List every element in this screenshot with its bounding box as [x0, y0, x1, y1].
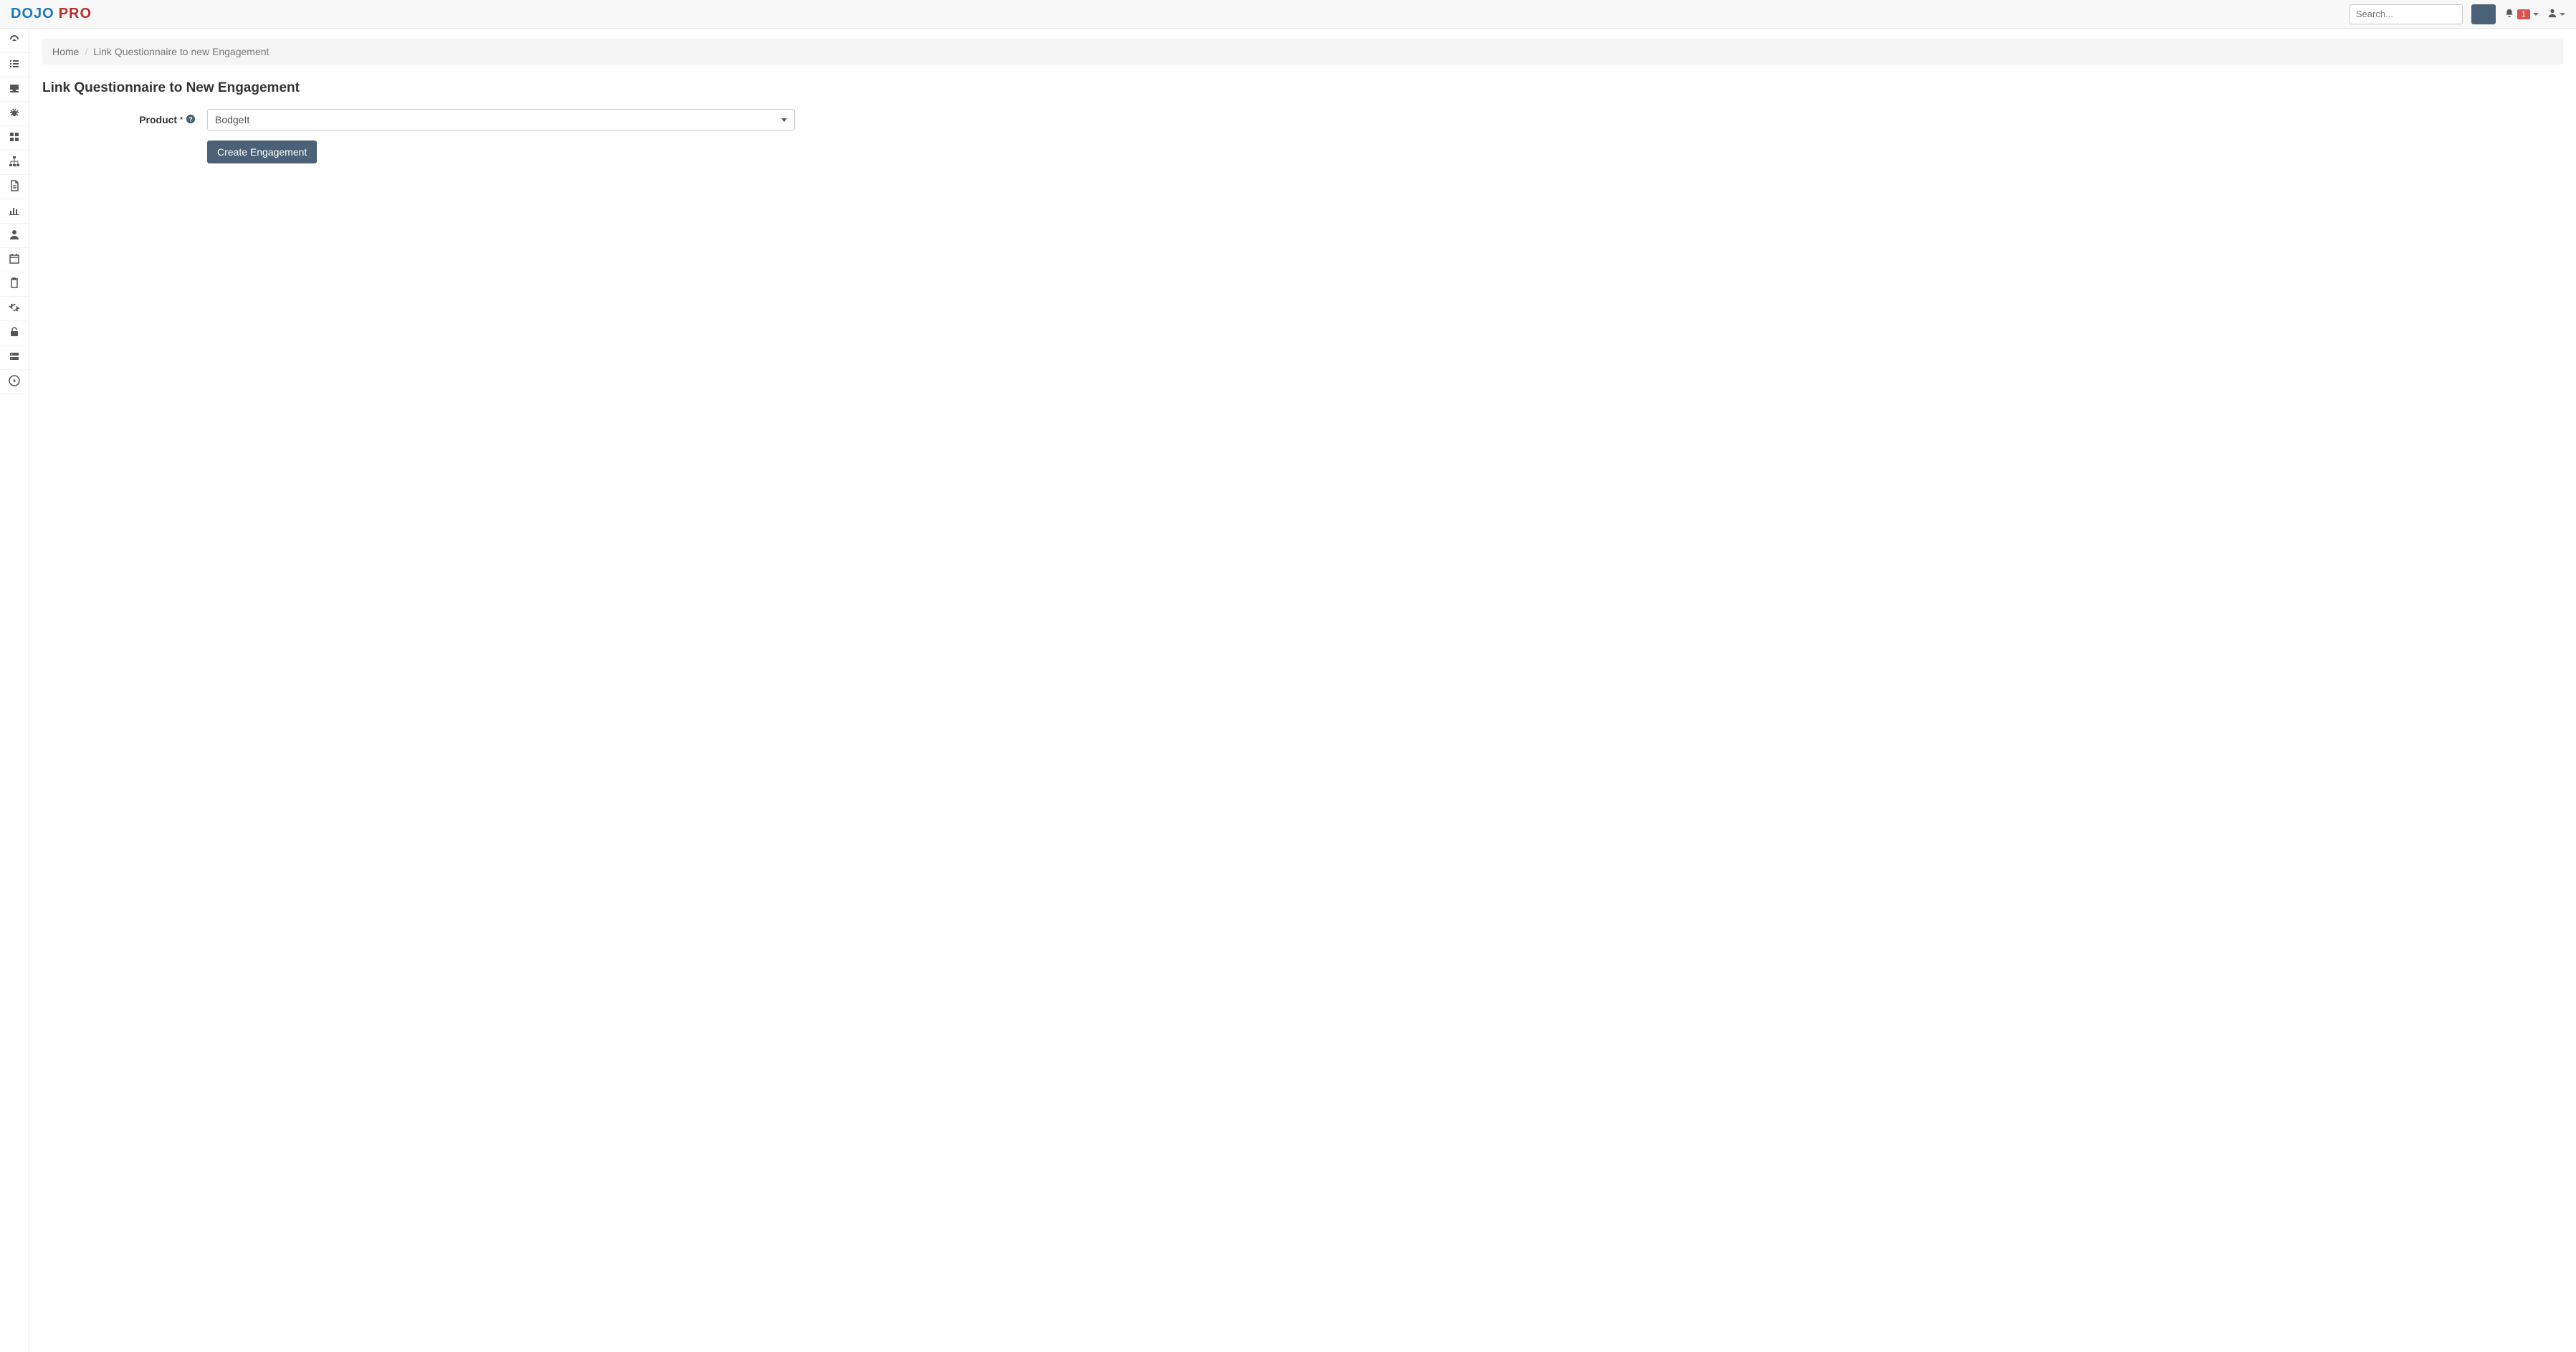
gear-icon — [9, 302, 20, 315]
logo-part2: PRO — [59, 6, 92, 22]
search-button[interactable] — [2471, 4, 2496, 24]
clipboard-icon — [9, 277, 20, 291]
sidebar-item-inbox[interactable] — [0, 77, 29, 102]
breadcrumb-separator: / — [85, 46, 87, 57]
grid-icon — [9, 131, 20, 145]
svg-text:?: ? — [189, 115, 192, 123]
product-select[interactable]: BodgeIt — [207, 109, 795, 130]
main-content: Home / Link Questionnaire to new Engagem… — [29, 29, 2576, 1352]
sidebar-item-server[interactable] — [0, 346, 29, 370]
calendar-icon — [9, 253, 20, 267]
navbar-left: DOJO PRO — [11, 6, 92, 22]
dashboard-icon — [9, 34, 20, 47]
bug-icon — [9, 107, 20, 120]
file-icon — [9, 180, 20, 194]
sidebar-item-unlock[interactable] — [0, 321, 29, 346]
unlock-icon — [9, 326, 20, 340]
breadcrumb: Home / Link Questionnaire to new Engagem… — [42, 39, 2563, 65]
sidebar-item-list[interactable] — [0, 53, 29, 77]
user-icon — [2547, 8, 2557, 20]
arrow-right-circle-icon — [9, 375, 20, 389]
sidebar-item-bug[interactable] — [0, 102, 29, 126]
sidebar-item-grid[interactable] — [0, 126, 29, 151]
help-icon[interactable]: ? — [186, 114, 196, 126]
server-icon — [9, 351, 20, 364]
breadcrumb-home-link[interactable]: Home — [52, 46, 79, 57]
sidebar-item-settings[interactable] — [0, 297, 29, 321]
breadcrumb-current: Link Questionnaire to new Engagement — [93, 46, 269, 57]
form-row-product: Product* ? BodgeIt — [42, 109, 2563, 130]
inbox-icon — [9, 82, 20, 96]
product-select-value: BodgeIt — [215, 114, 249, 125]
sidebar-item-chart[interactable] — [0, 199, 29, 224]
sidebar-item-calendar[interactable] — [0, 248, 29, 272]
navbar: DOJO PRO 1 — [0, 0, 2576, 29]
required-asterisk: * — [180, 116, 183, 124]
sidebar-item-clipboard[interactable] — [0, 272, 29, 297]
caret-down-icon — [2560, 13, 2565, 16]
sidebar — [0, 29, 29, 1352]
sitemap-icon — [9, 156, 20, 169]
sidebar-item-user[interactable] — [0, 224, 29, 248]
notifications-dropdown[interactable]: 1 — [2504, 8, 2539, 20]
create-engagement-button[interactable]: Create Engagement — [207, 141, 317, 163]
user-dropdown[interactable] — [2547, 8, 2565, 20]
logo-part1: DOJO — [11, 6, 54, 22]
sidebar-item-dashboard[interactable] — [0, 29, 29, 53]
caret-down-icon — [781, 118, 787, 122]
logo[interactable]: DOJO PRO — [11, 6, 92, 22]
page-title: Link Questionnaire to New Engagement — [42, 80, 2563, 96]
bell-icon — [2504, 8, 2514, 20]
chart-icon — [9, 204, 20, 218]
product-label-text: Product — [139, 114, 177, 125]
navbar-right: 1 — [2350, 4, 2565, 24]
user-icon — [9, 229, 20, 242]
list-icon — [9, 58, 20, 72]
search-input[interactable] — [2350, 4, 2463, 24]
caret-down-icon — [2533, 13, 2539, 16]
sidebar-item-collapse[interactable] — [0, 370, 29, 394]
product-label: Product* ? — [42, 114, 207, 126]
notification-count-badge: 1 — [2517, 9, 2530, 19]
sidebar-item-sitemap[interactable] — [0, 151, 29, 175]
sidebar-item-file[interactable] — [0, 175, 29, 199]
